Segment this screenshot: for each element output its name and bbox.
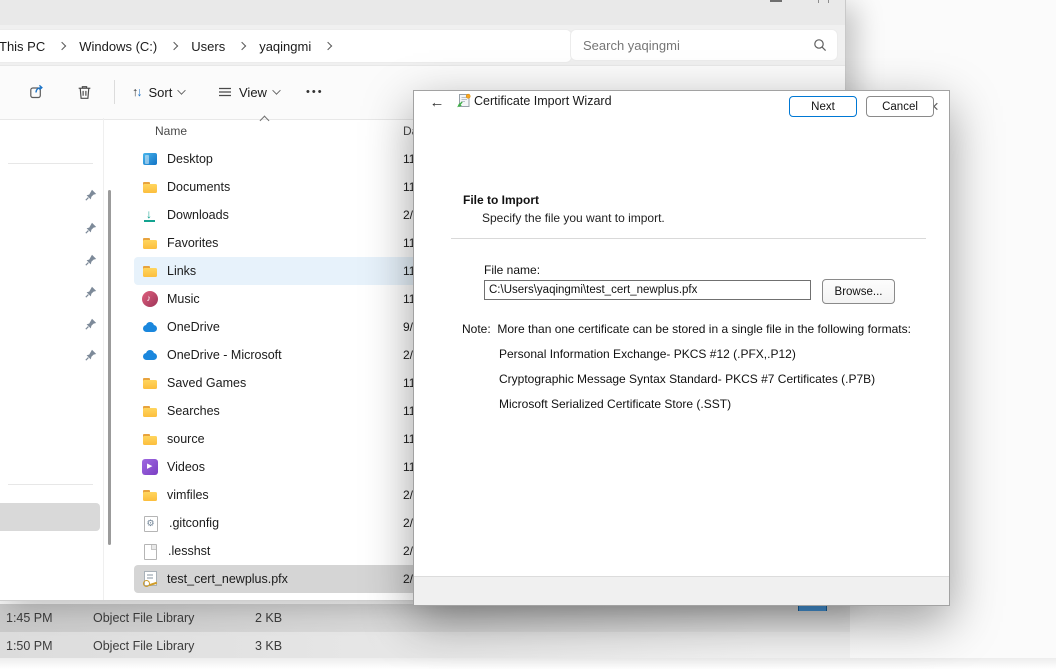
file-name-label: Saved Games bbox=[167, 376, 246, 390]
cloud-icon bbox=[142, 319, 158, 335]
file-name-label: Downloads bbox=[167, 208, 229, 222]
wizard-page-heading: File to Import bbox=[463, 193, 539, 207]
share-button[interactable] bbox=[22, 76, 52, 108]
file-name-label: Searches bbox=[167, 404, 220, 418]
chevron-down-icon bbox=[178, 86, 186, 94]
breadcrumb-item[interactable]: yaqingmi bbox=[255, 37, 315, 56]
file-date-fragment: 2/ bbox=[403, 572, 413, 586]
back-arrow-icon: ← bbox=[430, 94, 445, 111]
formats-note: Note: More than one certificate can be s… bbox=[462, 322, 911, 336]
chevron-right-icon bbox=[324, 42, 332, 50]
search-icon bbox=[813, 38, 827, 52]
breadcrumb-item[interactable]: Users bbox=[187, 37, 229, 56]
address-bar: This PC Windows (C:) Users yaqingmi bbox=[0, 25, 845, 65]
chevron-down-icon bbox=[272, 86, 280, 94]
folder-icon bbox=[142, 235, 158, 251]
background-window-file-rows: 1:45 PMObject File Library2 KB1:50 PMObj… bbox=[0, 604, 850, 660]
folder-icon bbox=[142, 431, 158, 447]
window-close-fragment bbox=[818, 0, 829, 3]
file-name-label: .gitconfig bbox=[169, 516, 219, 530]
file-name-label: .lesshst bbox=[168, 544, 210, 558]
file-date-fragment: 2/ bbox=[403, 544, 413, 558]
file-name-label: Links bbox=[167, 264, 196, 278]
file-name-label: source bbox=[167, 432, 205, 446]
breadcrumb-item[interactable]: This PC bbox=[0, 37, 49, 56]
chevron-right-icon bbox=[170, 42, 178, 50]
view-label: View bbox=[239, 85, 267, 100]
file-name-label: Music bbox=[167, 292, 200, 306]
file-name-label: File name: bbox=[484, 263, 540, 277]
folder-icon bbox=[142, 179, 158, 195]
file-date-fragment: 2/ bbox=[403, 208, 413, 222]
background-file-row: 1:45 PMObject File Library2 KB bbox=[0, 604, 850, 632]
more-button[interactable]: ••• bbox=[300, 76, 330, 108]
file-name-label: Desktop bbox=[167, 152, 213, 166]
certificate-icon bbox=[142, 571, 158, 587]
column-header-name[interactable]: Name bbox=[155, 124, 187, 138]
chevron-right-icon bbox=[58, 42, 66, 50]
explorer-titlebar bbox=[0, 0, 845, 26]
file-name-label: Favorites bbox=[167, 236, 218, 250]
sort-arrows-icon: ↑↓ bbox=[132, 86, 143, 99]
dialog-back-button[interactable]: ← bbox=[424, 91, 450, 113]
file-icon bbox=[144, 544, 157, 560]
cloud-icon bbox=[142, 347, 158, 363]
certificate-format-item: Cryptographic Message Syntax Standard- P… bbox=[499, 372, 875, 386]
sort-button[interactable]: ↑↓ Sort bbox=[126, 76, 191, 108]
folder-icon bbox=[142, 403, 158, 419]
file-name-label: vimfiles bbox=[167, 488, 209, 502]
file-date-fragment: 2/ bbox=[403, 488, 413, 502]
wizard-page-subheading: Specify the file you want to import. bbox=[482, 211, 665, 225]
file-date-fragment: 2/ bbox=[403, 348, 413, 362]
view-button[interactable]: View bbox=[211, 76, 286, 108]
heading-separator bbox=[451, 238, 926, 239]
search-input[interactable] bbox=[581, 37, 813, 54]
cancel-button[interactable]: Cancel bbox=[866, 96, 934, 117]
file-name-label: Videos bbox=[167, 460, 205, 474]
browse-button[interactable]: Browse... bbox=[822, 279, 895, 304]
next-button[interactable]: Next bbox=[789, 96, 857, 117]
dialog-footer bbox=[414, 576, 949, 605]
folder-icon bbox=[142, 375, 158, 391]
sort-label: Sort bbox=[149, 85, 173, 100]
certificate-wizard-icon bbox=[456, 93, 472, 109]
file-name-label: OneDrive bbox=[167, 320, 220, 334]
ellipsis-icon: ••• bbox=[306, 86, 324, 98]
folder-icon bbox=[142, 263, 158, 279]
file-name-input[interactable] bbox=[484, 280, 811, 300]
window-control-fragment bbox=[770, 0, 782, 2]
file-date-fragment: 9/ bbox=[403, 320, 413, 334]
video-icon bbox=[142, 459, 158, 475]
file-date-fragment: 2/ bbox=[403, 516, 413, 530]
certificate-import-wizard-dialog: × ← Certificate Import Wizard File to Im… bbox=[413, 90, 950, 606]
breadcrumb: This PC Windows (C:) Users yaqingmi bbox=[0, 29, 572, 63]
background-fade bbox=[0, 658, 1056, 669]
dialog-title: Certificate Import Wizard bbox=[474, 94, 612, 108]
desktop-icon bbox=[142, 151, 158, 167]
view-icon bbox=[217, 84, 233, 100]
breadcrumb-item[interactable]: Windows (C:) bbox=[75, 37, 161, 56]
gear-file-icon bbox=[144, 516, 158, 532]
background-file-row: 1:50 PMObject File Library3 KB bbox=[0, 632, 850, 660]
chevron-right-icon bbox=[238, 42, 246, 50]
share-icon bbox=[28, 83, 46, 101]
delete-button[interactable] bbox=[70, 76, 99, 108]
file-name-label: OneDrive - Microsoft bbox=[167, 348, 282, 362]
file-name-label: Documents bbox=[167, 180, 230, 194]
download-icon bbox=[142, 207, 158, 223]
certificate-format-item: Personal Information Exchange- PKCS #12 … bbox=[499, 347, 796, 361]
file-name-label: test_cert_newplus.pfx bbox=[167, 572, 288, 586]
music-icon bbox=[142, 291, 158, 307]
folder-icon bbox=[142, 487, 158, 503]
toolbar-separator bbox=[114, 80, 115, 104]
trash-icon bbox=[76, 84, 93, 101]
certificate-format-item: Microsoft Serialized Certificate Store (… bbox=[499, 397, 731, 411]
search-box[interactable] bbox=[570, 29, 838, 61]
